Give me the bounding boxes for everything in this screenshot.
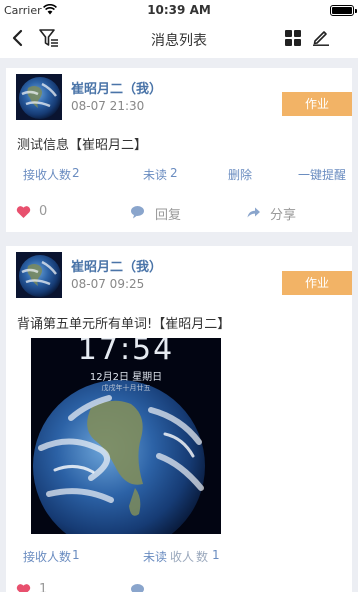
recipients-label[interactable]: 接收人数 [23, 548, 71, 565]
recipients-count: 2 [72, 166, 80, 180]
share-icon[interactable] [246, 205, 261, 219]
battery-level-fill [332, 7, 352, 14]
comment-icon[interactable] [130, 205, 145, 219]
lockscreen-date: 12月2日 星期日 [89, 372, 163, 383]
like-count: 1 [39, 582, 48, 592]
lockscreen-lunar-date: 戊戌年十月廿五 [101, 384, 151, 392]
battery-icon [330, 5, 357, 16]
message-stats: 接收人数 1 未读 收人 数 1 [6, 548, 352, 566]
message-stats: 接收人数 2 未读 2 删除 一键提醒 [6, 166, 352, 184]
avatar[interactable] [16, 252, 62, 298]
avatar[interactable] [16, 74, 62, 120]
remind-all-button[interactable]: 一键提醒 [298, 166, 346, 183]
recipients-count: 1 [72, 548, 80, 562]
post-time: 08-07 09:25 [71, 277, 145, 291]
message-card[interactable]: 崔昭月二（我） 08-07 09:25 作业 背诵第五单元所有单词!【崔昭月二】… [6, 246, 352, 592]
earth-avatar-image [16, 74, 62, 120]
sender-name[interactable]: 崔昭月二（我） [71, 78, 162, 97]
edit-icon[interactable] [312, 28, 330, 46]
unread-count: 1 [212, 548, 220, 562]
heart-icon[interactable] [16, 205, 31, 219]
category-tag: 作业 [282, 271, 352, 295]
overlay-text: 数 [196, 550, 209, 564]
recipients-label[interactable]: 接收人数 [23, 166, 71, 183]
message-content: 背诵第五单元所有单词!【崔昭月二】 [17, 317, 231, 332]
status-time: 10:39 AM [147, 3, 211, 17]
status-bar: Carrier 10:39 AM [0, 0, 358, 20]
message-card[interactable]: 崔昭月二（我） 08-07 21:30 作业 测试信息【崔昭月二】 接收人数 2… [6, 68, 352, 232]
unread-label[interactable]: 未读 [143, 166, 167, 183]
heart-icon[interactable] [16, 583, 31, 592]
unread-label[interactable]: 未读 [143, 548, 167, 565]
grid-icon[interactable] [285, 30, 301, 46]
post-time: 08-07 21:30 [71, 99, 145, 113]
nav-bar: 消息列表 [0, 20, 358, 58]
reply-button[interactable]: 回复 [155, 204, 181, 223]
message-actions: 0 回复 分享 [6, 204, 352, 224]
message-content: 测试信息【崔昭月二】 [17, 138, 148, 153]
share-button[interactable]: 分享 [270, 204, 296, 223]
unread-count: 2 [170, 166, 178, 180]
sender-name[interactable]: 崔昭月二（我） [71, 256, 162, 275]
lockscreen-clock: 17:54 [77, 338, 175, 367]
category-tag: 作业 [282, 92, 352, 116]
like-count: 0 [39, 204, 48, 219]
earth-avatar-image [16, 252, 62, 298]
attached-photo[interactable]: 17:54 12月2日 星期日 戊戌年十月廿五 [31, 338, 221, 534]
message-actions: 1 [6, 582, 352, 592]
page-title: 消息列表 [151, 33, 207, 49]
delete-button[interactable]: 删除 [228, 166, 252, 183]
comment-icon[interactable] [130, 583, 145, 592]
overlay-text: 收人 [170, 550, 195, 564]
